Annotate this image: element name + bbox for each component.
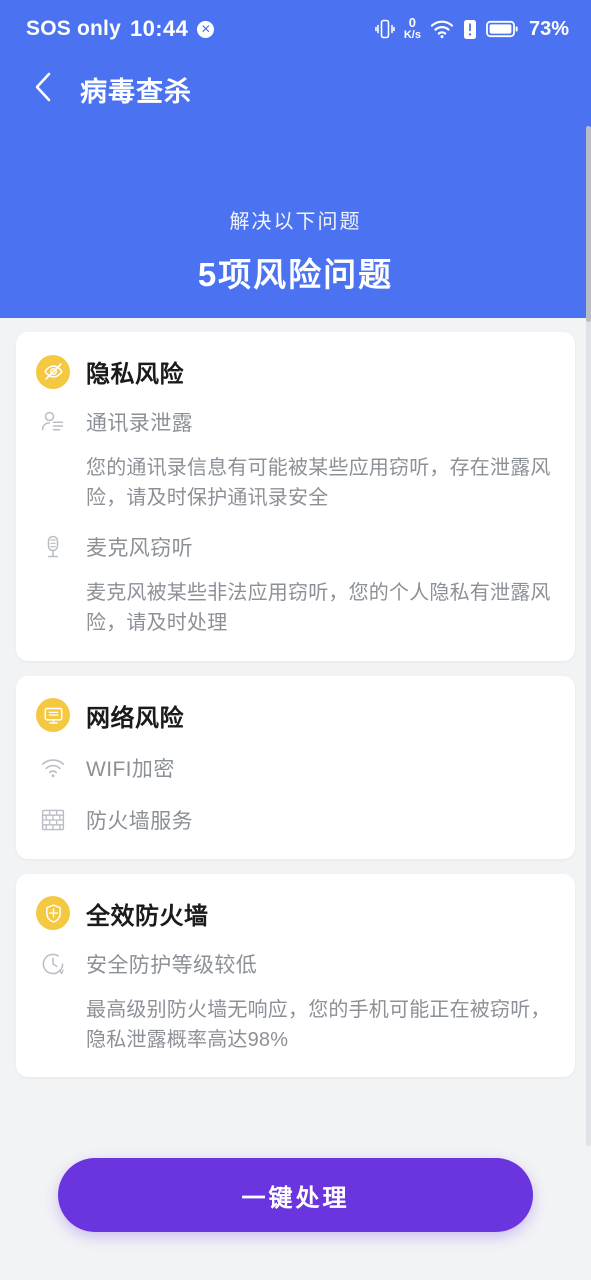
alert-icon (463, 19, 477, 40)
network-speed-icon: 0 K/s (404, 16, 421, 41)
card-header: 全效防火墙 (36, 896, 555, 931)
chevron-left-icon (34, 72, 52, 107)
risk-row-description: 您的通讯录信息有可能被某些应用窃听，存在泄露风险，请及时保护通讯录安全 (86, 457, 551, 510)
wifi-icon (430, 19, 454, 39)
risk-row-label: 防火墙服务 (86, 809, 193, 833)
scrollbar-thumb[interactable] (586, 126, 591, 322)
clock-icon (36, 947, 70, 981)
vibrate-icon (375, 18, 395, 40)
shield-icon (36, 896, 70, 931)
card-title: 网络风险 (86, 704, 184, 732)
risk-card-network[interactable]: 网络风险 WIFI加密 防火墙服务 (16, 675, 575, 859)
hero-title: 5项风险问题 (197, 256, 394, 293)
card-title: 隐私风险 (86, 361, 184, 388)
risk-card-privacy[interactable]: 隐私风险 通讯录泄露 您的通讯录信息有可能被某些应用窃听，存在泄露风险，请及时保… (16, 332, 575, 661)
footer-bar: 一键处理 (0, 1158, 591, 1280)
hero-header: SOS only 10:44 ✕ 0 K/s 73% 病毒查杀 解决以下问题 5… (0, 0, 591, 318)
brick-wall-icon (36, 803, 70, 837)
risk-row-label: 通讯录泄露 (86, 412, 193, 435)
hero-subtitle: 解决以下问题 (229, 211, 362, 233)
risk-row[interactable]: WIFI加密 (36, 751, 555, 785)
risk-row[interactable]: 防火墙服务 (36, 803, 555, 837)
battery-percent-label: 73% (528, 17, 569, 40)
status-clock: 10:44 (129, 16, 189, 41)
hero-text-block: 解决以下问题 5项风险问题 (0, 205, 591, 296)
microphone-icon (36, 530, 70, 564)
card-title: 全效防火墙 (86, 902, 209, 930)
risk-card-list: 隐私风险 通讯录泄露 您的通讯录信息有可能被某些应用窃听，存在泄露风险，请及时保… (0, 318, 591, 1158)
contact-person-icon (36, 405, 70, 439)
status-bar-left: SOS only 10:44 ✕ (26, 16, 215, 42)
nav-bar: 病毒查杀 (0, 58, 591, 120)
one-click-fix-button[interactable]: 一键处理 (58, 1158, 533, 1232)
risk-row-label: 麦克风窃听 (86, 536, 193, 560)
card-header: 隐私风险 (36, 354, 555, 389)
risk-row[interactable]: 安全防护等级较低 (36, 947, 555, 981)
status-bar-right: 0 K/s 73% (375, 16, 569, 41)
monitor-icon (36, 698, 70, 733)
battery-icon (486, 20, 518, 38)
risk-row-description: 最高级别防火墙无响应，您的手机可能正在被窃听，隐私泄露概率高达98% (86, 998, 551, 1051)
status-bar: SOS only 10:44 ✕ 0 K/s 73% (0, 0, 591, 58)
back-button[interactable] (28, 72, 58, 106)
risk-row[interactable]: 麦克风窃听 (36, 530, 555, 564)
phone-screen: SOS only 10:44 ✕ 0 K/s 73% 病毒查杀 解决以下问题 5… (0, 0, 591, 1280)
risk-row-label: WIFI加密 (86, 757, 175, 781)
risk-row-description: 麦克风被某些非法应用窃听，您的个人隐私有泄露风险，请及时处理 (86, 581, 551, 635)
eye-off-icon (36, 354, 70, 389)
net-speed-unit: K/s (403, 29, 421, 41)
wifi-icon (36, 751, 70, 785)
net-speed-value: 0 (408, 15, 417, 30)
risk-row-label: 安全防护等级较低 (86, 953, 258, 977)
carrier-label: SOS only (26, 17, 121, 40)
risk-row[interactable]: 通讯录泄露 (36, 405, 555, 439)
page-title: 病毒查杀 (80, 76, 192, 107)
card-header: 网络风险 (36, 698, 555, 733)
close-badge-icon: ✕ (197, 20, 215, 38)
risk-card-firewall[interactable]: 全效防火墙 安全防护等级较低 最高级别防火墙无响应，您的手机可能正在被窃听，隐私… (16, 873, 575, 1078)
